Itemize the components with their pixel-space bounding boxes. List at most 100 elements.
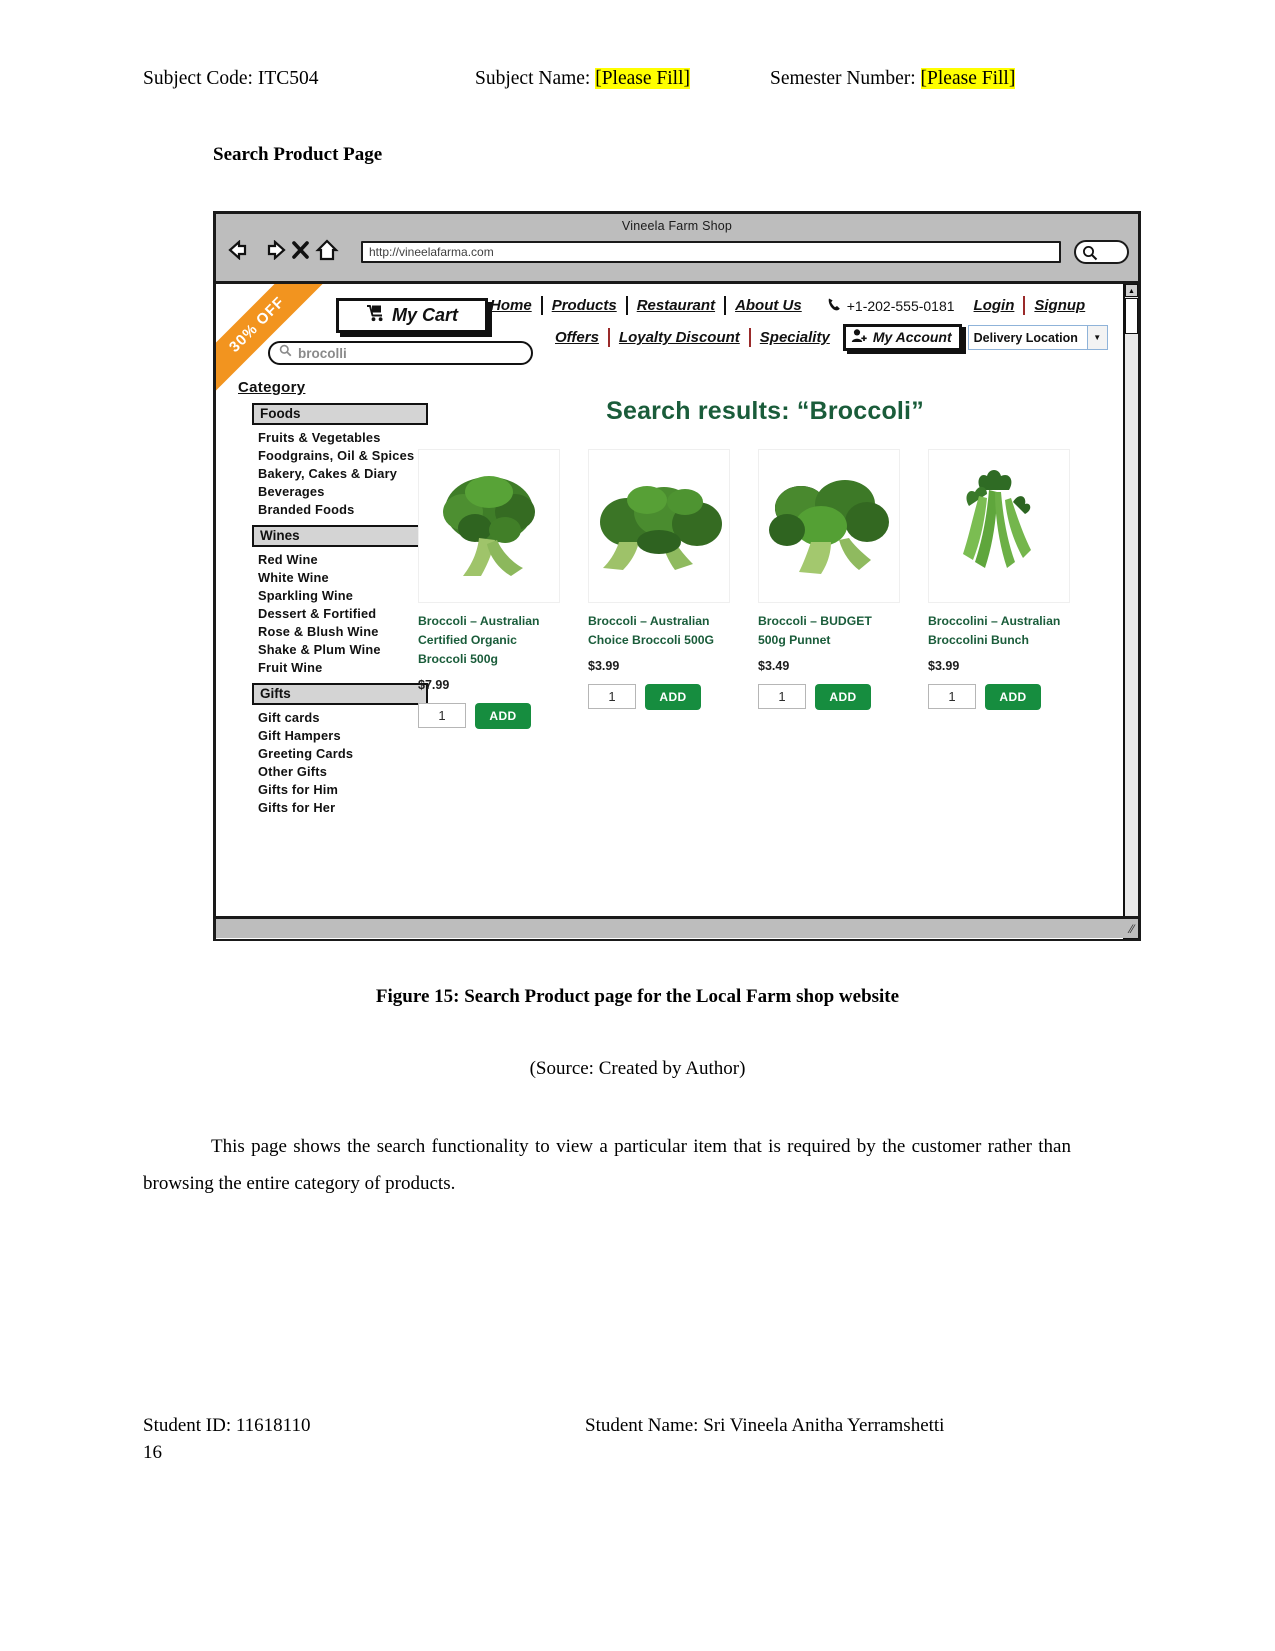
browser-search-box[interactable] bbox=[1074, 240, 1129, 264]
sidebar-item-fruit-wine[interactable]: Fruit Wine bbox=[258, 658, 428, 676]
scrollbar-thumb[interactable] bbox=[1125, 298, 1138, 334]
my-cart-button[interactable]: My Cart bbox=[336, 298, 488, 333]
sidebar-item-other-gifts[interactable]: Other Gifts bbox=[258, 762, 428, 780]
product-price: $3.99 bbox=[928, 658, 960, 673]
sidebar-item-bakery-cakes-diary[interactable]: Bakery, Cakes & Diary bbox=[258, 464, 428, 482]
search-input-value: brocolli bbox=[298, 345, 347, 361]
semester-label: Semester Number: bbox=[770, 68, 916, 89]
product-image bbox=[588, 449, 730, 603]
add-to-cart-button[interactable]: ADD bbox=[815, 683, 871, 710]
sidebar-item-gift-cards[interactable]: Gift cards bbox=[258, 708, 428, 726]
product-card[interactable]: Broccolini – Australian Broccolini Bunch… bbox=[928, 449, 1070, 729]
section-heading: Search Product Page bbox=[213, 144, 383, 165]
product-image bbox=[758, 449, 900, 603]
back-arrow-icon[interactable] bbox=[228, 240, 254, 260]
product-name: Broccolini – Australian Broccolini Bunch bbox=[928, 614, 1061, 647]
delivery-location-label: Delivery Location bbox=[973, 330, 1078, 345]
scroll-up-icon[interactable]: ▲ bbox=[1125, 284, 1138, 297]
sidebar-item-gifts-for-him[interactable]: Gifts for Him bbox=[258, 780, 428, 798]
nav-item-loyalty-discount[interactable]: Loyalty Discount bbox=[610, 329, 749, 346]
chevron-down-icon[interactable]: ▼ bbox=[1086, 326, 1107, 349]
nav-item-offers[interactable]: Offers bbox=[546, 329, 608, 346]
subject-code: Subject Code: ITC504 bbox=[143, 68, 319, 89]
sidebar-item-gifts-for-her[interactable]: Gifts for Her bbox=[258, 798, 428, 816]
sidebar-group-foods[interactable]: Foods bbox=[252, 403, 428, 425]
product-price: $3.49 bbox=[758, 658, 790, 673]
category-sidebar: Category Foods Fruits & Vegetables Foodg… bbox=[238, 379, 428, 816]
mockup-footer-bar: ⁄⁄ bbox=[216, 916, 1138, 938]
nav-item-signup[interactable]: Signup bbox=[1025, 297, 1094, 314]
my-cart-label: My Cart bbox=[391, 305, 458, 325]
sidebar-group-gifts[interactable]: Gifts bbox=[252, 683, 428, 705]
browser-window-title: Vineela Farm Shop bbox=[621, 219, 733, 233]
sidebar-item-white-wine[interactable]: White Wine bbox=[258, 568, 428, 586]
search-icon bbox=[279, 344, 292, 362]
sidebar-title: Category bbox=[238, 379, 306, 396]
website-viewport: 30% OFF My Cart brocolli Home Products R… bbox=[216, 284, 1138, 939]
my-account-button[interactable]: My Account bbox=[842, 324, 962, 351]
sidebar-item-branded-foods[interactable]: Branded Foods bbox=[258, 500, 428, 518]
add-to-cart-button[interactable]: ADD bbox=[985, 683, 1041, 710]
nav-item-speciality[interactable]: Speciality bbox=[751, 329, 839, 346]
nav-item-about-us[interactable]: About Us bbox=[726, 297, 811, 314]
student-id: Student ID: 11618110 bbox=[143, 1415, 311, 1436]
quantity-input[interactable]: 1 bbox=[928, 684, 976, 710]
delivery-location-select[interactable]: Delivery Location ▼ bbox=[967, 325, 1108, 350]
sidebar-item-red-wine[interactable]: Red Wine bbox=[258, 550, 428, 568]
add-to-cart-button[interactable]: ADD bbox=[475, 702, 531, 729]
search-icon bbox=[1082, 245, 1098, 266]
product-actions: 1 ADD bbox=[588, 683, 728, 710]
product-price: $3.99 bbox=[588, 658, 620, 673]
url-input[interactable]: http://vineelafarma.com bbox=[361, 241, 1061, 263]
sidebar-item-gift-hampers[interactable]: Gift Hampers bbox=[258, 726, 428, 744]
contact-phone[interactable]: +1-202-555-0181 bbox=[811, 297, 965, 315]
vertical-scrollbar[interactable]: ▲ ▼ bbox=[1123, 284, 1138, 939]
body-paragraph: This page shows the search functionality… bbox=[143, 1136, 1071, 1195]
semester-field: Semester Number: [Please Fill] bbox=[770, 68, 1016, 90]
subject-name-value: [Please Fill] bbox=[595, 68, 690, 89]
figure-source: (Source: Created by Author) bbox=[529, 1058, 746, 1079]
search-input[interactable]: brocolli bbox=[268, 341, 533, 365]
product-card[interactable]: Broccoli – Australian Choice Broccoli 50… bbox=[588, 449, 730, 729]
user-add-icon bbox=[851, 328, 868, 346]
browser-mockup: Vineela Farm Shop http://vineelafarma.co… bbox=[213, 211, 1141, 941]
nav-item-home[interactable]: Home bbox=[481, 297, 541, 314]
product-actions: 1 ADD bbox=[928, 683, 1068, 710]
product-card[interactable]: Broccoli – Australian Certified Organic … bbox=[418, 449, 560, 729]
primary-nav: Home Products Restaurant About Us +1-202… bbox=[481, 296, 1094, 315]
sidebar-item-foodgrains-oil-spices[interactable]: Foodgrains, Oil & Spices bbox=[258, 446, 428, 464]
quantity-input[interactable]: 1 bbox=[758, 684, 806, 710]
product-name: Broccoli – BUDGET 500g Punnet bbox=[758, 614, 872, 647]
cart-icon bbox=[366, 304, 386, 327]
nav-item-login[interactable]: Login bbox=[965, 297, 1024, 314]
sidebar-item-shake-plum-wine[interactable]: Shake & Plum Wine bbox=[258, 640, 428, 658]
semester-value: [Please Fill] bbox=[920, 68, 1016, 89]
figure-caption: Figure 15: Search Product page for the L… bbox=[375, 986, 900, 1007]
product-image bbox=[418, 449, 560, 603]
nav-item-products[interactable]: Products bbox=[543, 297, 626, 314]
sidebar-item-rose-blush-wine[interactable]: Rose & Blush Wine bbox=[258, 622, 428, 640]
sidebar-item-sparkling-wine[interactable]: Sparkling Wine bbox=[258, 586, 428, 604]
resize-handle-icon[interactable]: ⁄⁄ bbox=[1130, 922, 1134, 936]
sidebar-item-dessert-fortified[interactable]: Dessert & Fortified bbox=[258, 604, 428, 622]
product-name: Broccoli – Australian Choice Broccoli 50… bbox=[588, 614, 714, 647]
forward-arrow-icon[interactable] bbox=[260, 240, 286, 260]
phone-icon bbox=[827, 297, 841, 315]
product-actions: 1 ADD bbox=[418, 702, 558, 729]
secondary-nav: Offers Loyalty Discount Speciality My Ac… bbox=[546, 324, 1108, 351]
browser-chrome: Vineela Farm Shop http://vineelafarma.co… bbox=[216, 214, 1138, 284]
sidebar-item-greeting-cards[interactable]: Greeting Cards bbox=[258, 744, 428, 762]
sidebar-item-fruits-vegetables[interactable]: Fruits & Vegetables bbox=[258, 428, 428, 446]
nav-item-restaurant[interactable]: Restaurant bbox=[628, 297, 724, 314]
sidebar-group-wines[interactable]: Wines bbox=[252, 525, 428, 547]
home-icon[interactable] bbox=[315, 239, 339, 261]
sidebar-item-beverages[interactable]: Beverages bbox=[258, 482, 428, 500]
product-actions: 1 ADD bbox=[758, 683, 898, 710]
add-to-cart-button[interactable]: ADD bbox=[645, 683, 701, 710]
product-card[interactable]: Broccoli – BUDGET 500g Punnet $3.49 1 AD… bbox=[758, 449, 900, 729]
quantity-input[interactable]: 1 bbox=[588, 684, 636, 710]
stop-x-icon[interactable] bbox=[292, 240, 309, 260]
product-grid: Broccoli – Australian Certified Organic … bbox=[418, 449, 1070, 729]
subject-name-label: Subject Name: bbox=[475, 68, 591, 89]
quantity-input[interactable]: 1 bbox=[418, 703, 466, 729]
